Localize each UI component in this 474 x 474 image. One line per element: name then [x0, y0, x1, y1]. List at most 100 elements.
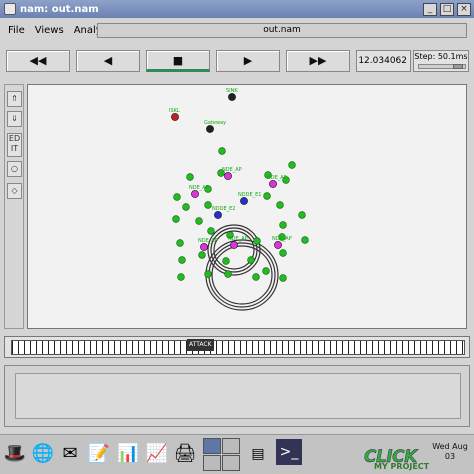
sensor-node[interactable]: [186, 173, 194, 181]
network-node[interactable]: [240, 197, 248, 205]
network-node[interactable]: [191, 190, 199, 198]
sensor-node[interactable]: [176, 239, 184, 247]
sensor-node[interactable]: [279, 221, 287, 229]
network-node[interactable]: [228, 93, 236, 101]
writer-icon[interactable]: 📝: [86, 439, 112, 469]
node-label: NDDE_E2: [212, 206, 235, 212]
sensor-node[interactable]: [204, 270, 212, 278]
sensor-node[interactable]: [224, 270, 232, 278]
network-node[interactable]: [269, 180, 277, 188]
maximize-button[interactable]: □: [440, 2, 454, 16]
workspace-2[interactable]: [222, 438, 240, 454]
network-node[interactable]: [171, 113, 179, 121]
timeline-marker[interactable]: ATTACK: [187, 339, 214, 351]
step-slider-handle[interactable]: [453, 64, 463, 69]
sensor-node[interactable]: [279, 249, 287, 257]
play-backward-button[interactable]: ◀: [76, 50, 140, 72]
network-node[interactable]: [214, 211, 222, 219]
sensor-node[interactable]: [288, 161, 296, 169]
sensor-node[interactable]: [207, 227, 215, 235]
menu-file[interactable]: File: [3, 25, 30, 36]
window-icon[interactable]: [4, 3, 16, 15]
network-canvas[interactable]: SINK ISKL Gateway NDE_AP NDE_AP NDDE_E1 NDDE_E…: [27, 84, 467, 329]
close-button[interactable]: ×: [457, 2, 471, 16]
trace-file-name: out.nam: [97, 23, 467, 38]
step-control[interactable]: Step: 50.1ms: [413, 50, 469, 72]
sensor-node[interactable]: [173, 193, 181, 201]
sensor-node[interactable]: [276, 201, 284, 209]
workspace-3[interactable]: [203, 455, 221, 471]
sensor-node[interactable]: [218, 147, 226, 155]
workspace-1[interactable]: [203, 438, 221, 454]
spreadsheet-icon[interactable]: 📈: [144, 439, 170, 469]
sensor-node[interactable]: [198, 251, 206, 259]
annotation-panel: [4, 365, 470, 427]
timeline-ticks: [11, 340, 465, 355]
range-ring: [208, 242, 276, 308]
node-label: NDE_AP: [228, 236, 248, 242]
range-ring: [211, 245, 273, 305]
sensor-node[interactable]: [182, 203, 190, 211]
taskbar-clock: Wed Aug 03: [432, 442, 468, 461]
sensor-node[interactable]: [263, 192, 271, 200]
sensor-node[interactable]: [262, 267, 270, 275]
diamond-tool-icon[interactable]: ◇: [7, 183, 22, 199]
range-ring: [210, 227, 258, 273]
play-forward-button[interactable]: ▶: [216, 50, 280, 72]
network-node[interactable]: [224, 172, 232, 180]
window-title: nam: out.nam: [20, 3, 99, 15]
workspace-4[interactable]: [222, 455, 240, 471]
node-label: SINK: [226, 88, 238, 94]
circle-tool-icon[interactable]: ○: [7, 161, 22, 177]
playback-toolbar: ◀◀ ◀ ■ ▶ ▶▶ 12.034062 Step: 50.1ms: [4, 47, 470, 75]
annotation-list[interactable]: [15, 373, 461, 419]
network-node[interactable]: [274, 241, 282, 249]
rewind-button[interactable]: ◀◀: [6, 50, 70, 72]
title-bar: nam: out.nam _ □ ×: [0, 0, 474, 18]
tool-sidebar: ⇑ ⇓ ED IT ○ ◇: [4, 84, 24, 329]
sensor-node[interactable]: [177, 273, 185, 281]
zoom-in-icon[interactable]: ⇑: [7, 91, 22, 107]
email-icon[interactable]: ✉: [57, 439, 83, 469]
browser-icon[interactable]: 🌐: [30, 439, 56, 469]
step-slider[interactable]: [418, 64, 466, 69]
terminal-icon[interactable]: >_: [276, 439, 302, 465]
current-time-display: 12.034062: [356, 50, 411, 72]
timeline-slider[interactable]: ATTACK: [4, 336, 470, 358]
sensor-node[interactable]: [252, 273, 260, 281]
network-node[interactable]: [230, 241, 238, 249]
sensor-node[interactable]: [195, 217, 203, 225]
node-label: Gateway: [204, 120, 226, 126]
fast-forward-button[interactable]: ▶▶: [286, 50, 350, 72]
presentation-icon[interactable]: 📊: [115, 439, 141, 469]
menu-views[interactable]: Views: [30, 25, 69, 36]
network-node[interactable]: [200, 243, 208, 251]
node-label: NDE_AP: [267, 175, 287, 181]
sensor-node[interactable]: [247, 256, 255, 264]
sensor-node[interactable]: [298, 211, 306, 219]
step-label: Step: 50.1ms: [414, 52, 468, 61]
sensor-node[interactable]: [253, 237, 261, 245]
sensor-node[interactable]: [204, 201, 212, 209]
node-label: NDE_AP: [189, 185, 209, 191]
edit-button[interactable]: ED IT: [7, 133, 22, 157]
sensor-node[interactable]: [172, 215, 180, 223]
sensor-node[interactable]: [301, 236, 309, 244]
printer-icon[interactable]: 🖨: [172, 439, 198, 469]
brand-logo-sub: MY PROJECT: [374, 462, 430, 471]
node-label: ISKL: [169, 108, 180, 114]
network-node[interactable]: [206, 125, 214, 133]
network-topology: SINK ISKL Gateway NDE_AP NDE_AP NDDE_E1 NDDE_E…: [169, 88, 309, 311]
window-list-icon[interactable]: ▤: [245, 439, 271, 469]
stop-button[interactable]: ■: [146, 50, 210, 72]
minimize-button[interactable]: _: [423, 2, 437, 16]
node-label: NDE_AP: [198, 238, 218, 244]
sensor-node[interactable]: [279, 274, 287, 282]
labelled-nodes: SINK ISKL Gateway NDE_AP NDE_AP NDDE_E1 NDDE_E…: [169, 88, 292, 251]
node-label: NDE_AP: [222, 167, 242, 173]
redhat-menu-icon[interactable]: 🎩: [2, 439, 28, 469]
node-label: NDE_AP: [272, 236, 292, 242]
sensor-node[interactable]: [178, 256, 186, 264]
sensor-node[interactable]: [222, 257, 230, 265]
zoom-out-icon[interactable]: ⇓: [7, 111, 22, 127]
